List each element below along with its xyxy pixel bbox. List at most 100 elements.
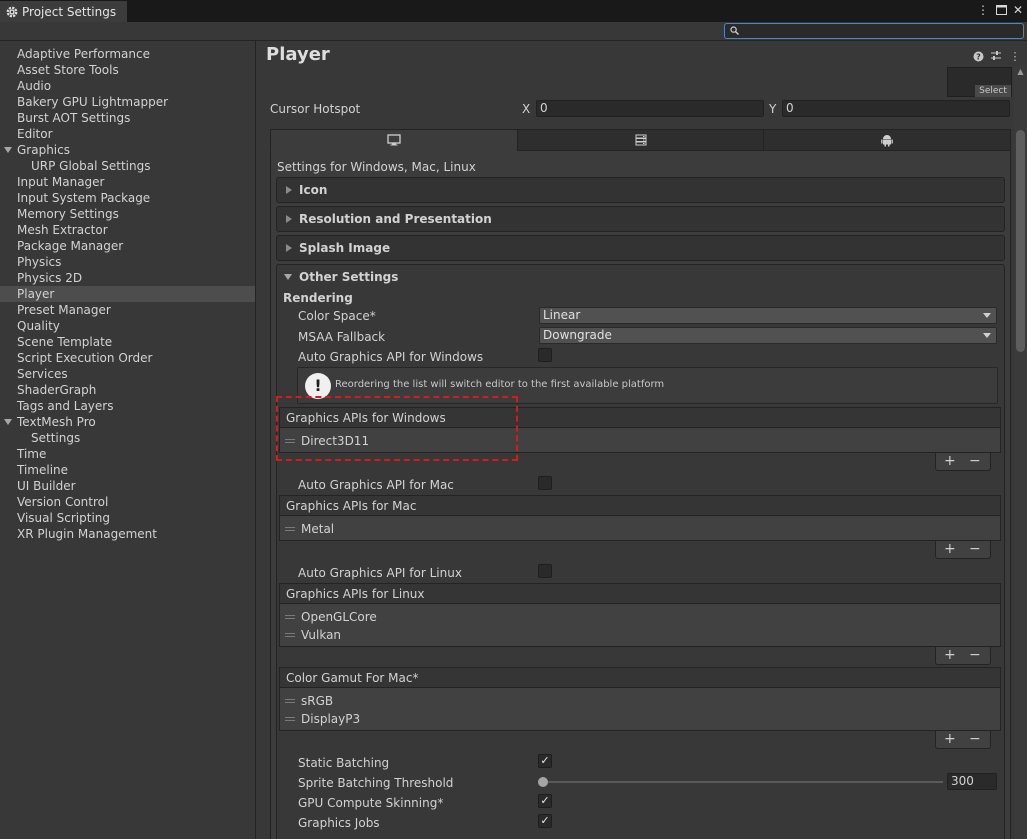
tab-server[interactable] [517, 129, 764, 151]
page-title: Player [266, 44, 330, 65]
tab-standalone[interactable] [270, 129, 518, 151]
auto-graphics-linux-checkbox[interactable] [538, 564, 552, 578]
expand-arrow-icon[interactable] [4, 147, 12, 153]
sidebar-item-textmesh-pro[interactable]: TextMesh Pro [0, 414, 255, 430]
remove-icon[interactable]: − [969, 731, 981, 747]
sidebar-item-asset-store-tools[interactable]: Asset Store Tools [0, 62, 255, 78]
foldout-other-settings[interactable]: Other Settings [276, 264, 576, 290]
sidebar-item-script-execution-order[interactable]: Script Execution Order [0, 350, 255, 366]
foldout-splash-image[interactable]: Splash Image [276, 235, 1005, 261]
sidebar-item-audio[interactable]: Audio [0, 78, 255, 94]
drag-handle-icon[interactable] [285, 717, 295, 721]
remove-icon[interactable]: − [969, 647, 981, 663]
expand-arrow-icon[interactable] [4, 419, 12, 425]
auto-graphics-mac-checkbox[interactable] [538, 476, 552, 490]
sidebar-item-package-manager[interactable]: Package Manager [0, 238, 255, 254]
sprite-threshold-slider[interactable] [543, 781, 943, 783]
sidebar-item-input-system-package[interactable]: Input System Package [0, 190, 255, 206]
warning-text: Reordering the list will switch editor t… [335, 379, 665, 390]
auto-graphics-windows-checkbox[interactable] [538, 348, 552, 362]
sidebar-item-memory-settings[interactable]: Memory Settings [0, 206, 255, 222]
msaa-fallback-dropdown[interactable]: Downgrade [539, 327, 997, 344]
sidebar-item-physics[interactable]: Physics [0, 254, 255, 270]
foldout-label: Icon [299, 183, 328, 197]
cursor-hotspot-label: Cursor Hotspot [270, 102, 361, 116]
select-button[interactable]: Select [975, 85, 1011, 97]
list-item[interactable]: OpenGLCore [283, 608, 583, 626]
list-item[interactable]: sRGB [283, 692, 583, 710]
remove-icon[interactable]: − [969, 453, 981, 469]
chevron-down-icon [983, 333, 991, 338]
sidebar-item-services[interactable]: Services [0, 366, 255, 382]
maximize-icon[interactable] [994, 2, 1008, 18]
sidebar-item-time[interactable]: Time [0, 446, 255, 462]
add-icon[interactable]: + [944, 453, 956, 469]
drag-handle-icon[interactable] [285, 699, 295, 703]
foldout-icon[interactable]: Icon [276, 177, 1005, 203]
add-icon[interactable]: + [944, 647, 956, 663]
scroll-up-icon[interactable]: ▲ [1016, 68, 1025, 76]
sidebar-item-input-manager[interactable]: Input Manager [0, 174, 255, 190]
sidebar-item-timeline[interactable]: Timeline [0, 462, 255, 478]
sidebar-item-graphics[interactable]: Graphics [0, 142, 255, 158]
sidebar-item-tags-and-layers[interactable]: Tags and Layers [0, 398, 255, 414]
sidebar-item-scene-template[interactable]: Scene Template [0, 334, 255, 350]
color-space-dropdown[interactable]: Linear [539, 307, 997, 324]
sidebar-item-label: Memory Settings [17, 207, 119, 221]
sidebar-item-label: Quality [17, 319, 60, 333]
tab-android[interactable] [763, 129, 1011, 151]
sidebar-item-quality[interactable]: Quality [0, 318, 255, 334]
sidebar-item-bakery[interactable]: Bakery GPU Lightmapper [0, 94, 255, 110]
collapsed-arrow-icon [286, 244, 292, 252]
preset-sliders-icon[interactable] [990, 50, 1002, 62]
sidebar-item-mesh-extractor[interactable]: Mesh Extractor [0, 222, 255, 238]
sprite-threshold-field[interactable]: 300 [947, 773, 997, 790]
project-settings-tab[interactable]: Project Settings [0, 1, 127, 22]
graphics-jobs-label: Graphics Jobs [298, 816, 380, 830]
sidebar-item-player[interactable]: Player [0, 286, 255, 302]
sidebar-item-physics-2d[interactable]: Physics 2D [0, 270, 255, 286]
scrollbar-thumb[interactable] [1016, 130, 1025, 352]
list-item-label: OpenGLCore [301, 610, 377, 624]
add-icon[interactable]: + [944, 731, 956, 747]
sidebar-item-adaptive-performance[interactable]: Adaptive Performance [0, 46, 255, 62]
sidebar-item-ui-builder[interactable]: UI Builder [0, 478, 255, 494]
hotspot-x-field[interactable]: 0 [536, 100, 764, 117]
drag-handle-icon[interactable] [285, 527, 295, 531]
sidebar-item-burst-aot[interactable]: Burst AOT Settings [0, 110, 255, 126]
more-options-icon[interactable]: ⋮ [976, 2, 990, 18]
gpu-compute-skinning-checkbox[interactable]: ✓ [538, 794, 552, 808]
graphics-jobs-checkbox[interactable]: ✓ [538, 814, 552, 828]
sidebar-item-editor[interactable]: Editor [0, 126, 255, 142]
drag-handle-icon[interactable] [285, 633, 295, 637]
context-menu-icon[interactable]: ⋮ [1009, 50, 1021, 63]
sidebar-item-xr-plugin-management[interactable]: XR Plugin Management [0, 526, 255, 542]
drag-handle-icon[interactable] [285, 615, 295, 619]
mac-list-controls: + − [935, 541, 991, 559]
sidebar-item-textmesh-settings[interactable]: Settings [0, 430, 255, 446]
sidebar-item-preset-manager[interactable]: Preset Manager [0, 302, 255, 318]
close-icon[interactable]: ✕ [1011, 2, 1025, 18]
search-input[interactable] [724, 23, 1024, 39]
list-item[interactable]: Metal [283, 520, 583, 538]
foldout-resolution[interactable]: Resolution and Presentation [276, 206, 1005, 232]
mac-apis-list-header: Graphics APIs for Mac [279, 495, 1001, 516]
dropdown-value: Downgrade [543, 328, 612, 342]
sidebar-item-label: Scene Template [17, 335, 113, 349]
field-value: 0 [786, 101, 794, 115]
hotspot-y-field[interactable]: 0 [782, 100, 1010, 117]
color-space-label: Color Space* [298, 309, 376, 323]
sidebar-item-urp-global-settings[interactable]: URP Global Settings [0, 158, 255, 174]
list-item[interactable]: DisplayP3 [283, 710, 583, 728]
sidebar-item-shadergraph[interactable]: ShaderGraph [0, 382, 255, 398]
list-item[interactable]: Vulkan [283, 626, 583, 644]
foldout-label: Resolution and Presentation [299, 212, 492, 226]
add-icon[interactable]: + [944, 541, 956, 557]
linux-list-controls: + − [935, 647, 991, 665]
static-batching-checkbox[interactable]: ✓ [538, 754, 552, 768]
slider-handle[interactable] [538, 777, 548, 787]
help-icon[interactable]: ? [972, 50, 984, 62]
sidebar-item-version-control[interactable]: Version Control [0, 494, 255, 510]
remove-icon[interactable]: − [969, 541, 981, 557]
sidebar-item-visual-scripting[interactable]: Visual Scripting [0, 510, 255, 526]
